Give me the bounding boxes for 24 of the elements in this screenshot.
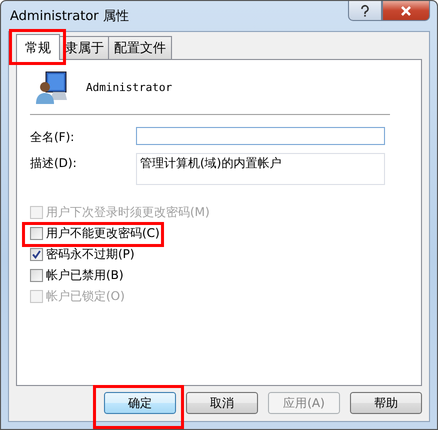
checkbox-label: 密码永不过期(P) <box>46 246 135 263</box>
close-icon <box>400 6 412 16</box>
checkbox[interactable] <box>30 248 43 261</box>
checkbox-label: 用户下次登录时须更改密码(M) <box>46 204 210 221</box>
field-label: 描述(D): <box>30 155 78 172</box>
checkbox[interactable] <box>30 269 43 282</box>
checkbox-label: 帐户已禁用(B) <box>46 267 124 284</box>
dialog-button[interactable]: 帮助 <box>350 392 422 414</box>
checkbox-label: 帐户已锁定(O) <box>46 288 125 305</box>
user-computer-icon <box>36 70 68 104</box>
description-field[interactable]: 管理计算机(域)的内置帐户 <box>136 153 385 185</box>
close-button[interactable] <box>382 1 430 21</box>
dialog-button[interactable]: 取消 <box>186 392 258 414</box>
help-button[interactable] <box>348 1 382 21</box>
user-name: Administrator <box>86 80 172 94</box>
checkbox-label: 用户不能更改密码(C) <box>46 225 160 242</box>
tab[interactable]: 配置文件 <box>108 36 172 59</box>
checkbox[interactable] <box>30 227 43 240</box>
input-field[interactable] <box>136 127 385 145</box>
tab[interactable]: 常规 <box>16 34 60 60</box>
window-title: Administrator 属性 <box>9 8 129 25</box>
dialog-button[interactable]: 确定 <box>104 392 176 414</box>
field-label: 全名(F): <box>30 129 76 146</box>
question-mark-icon <box>360 4 370 16</box>
